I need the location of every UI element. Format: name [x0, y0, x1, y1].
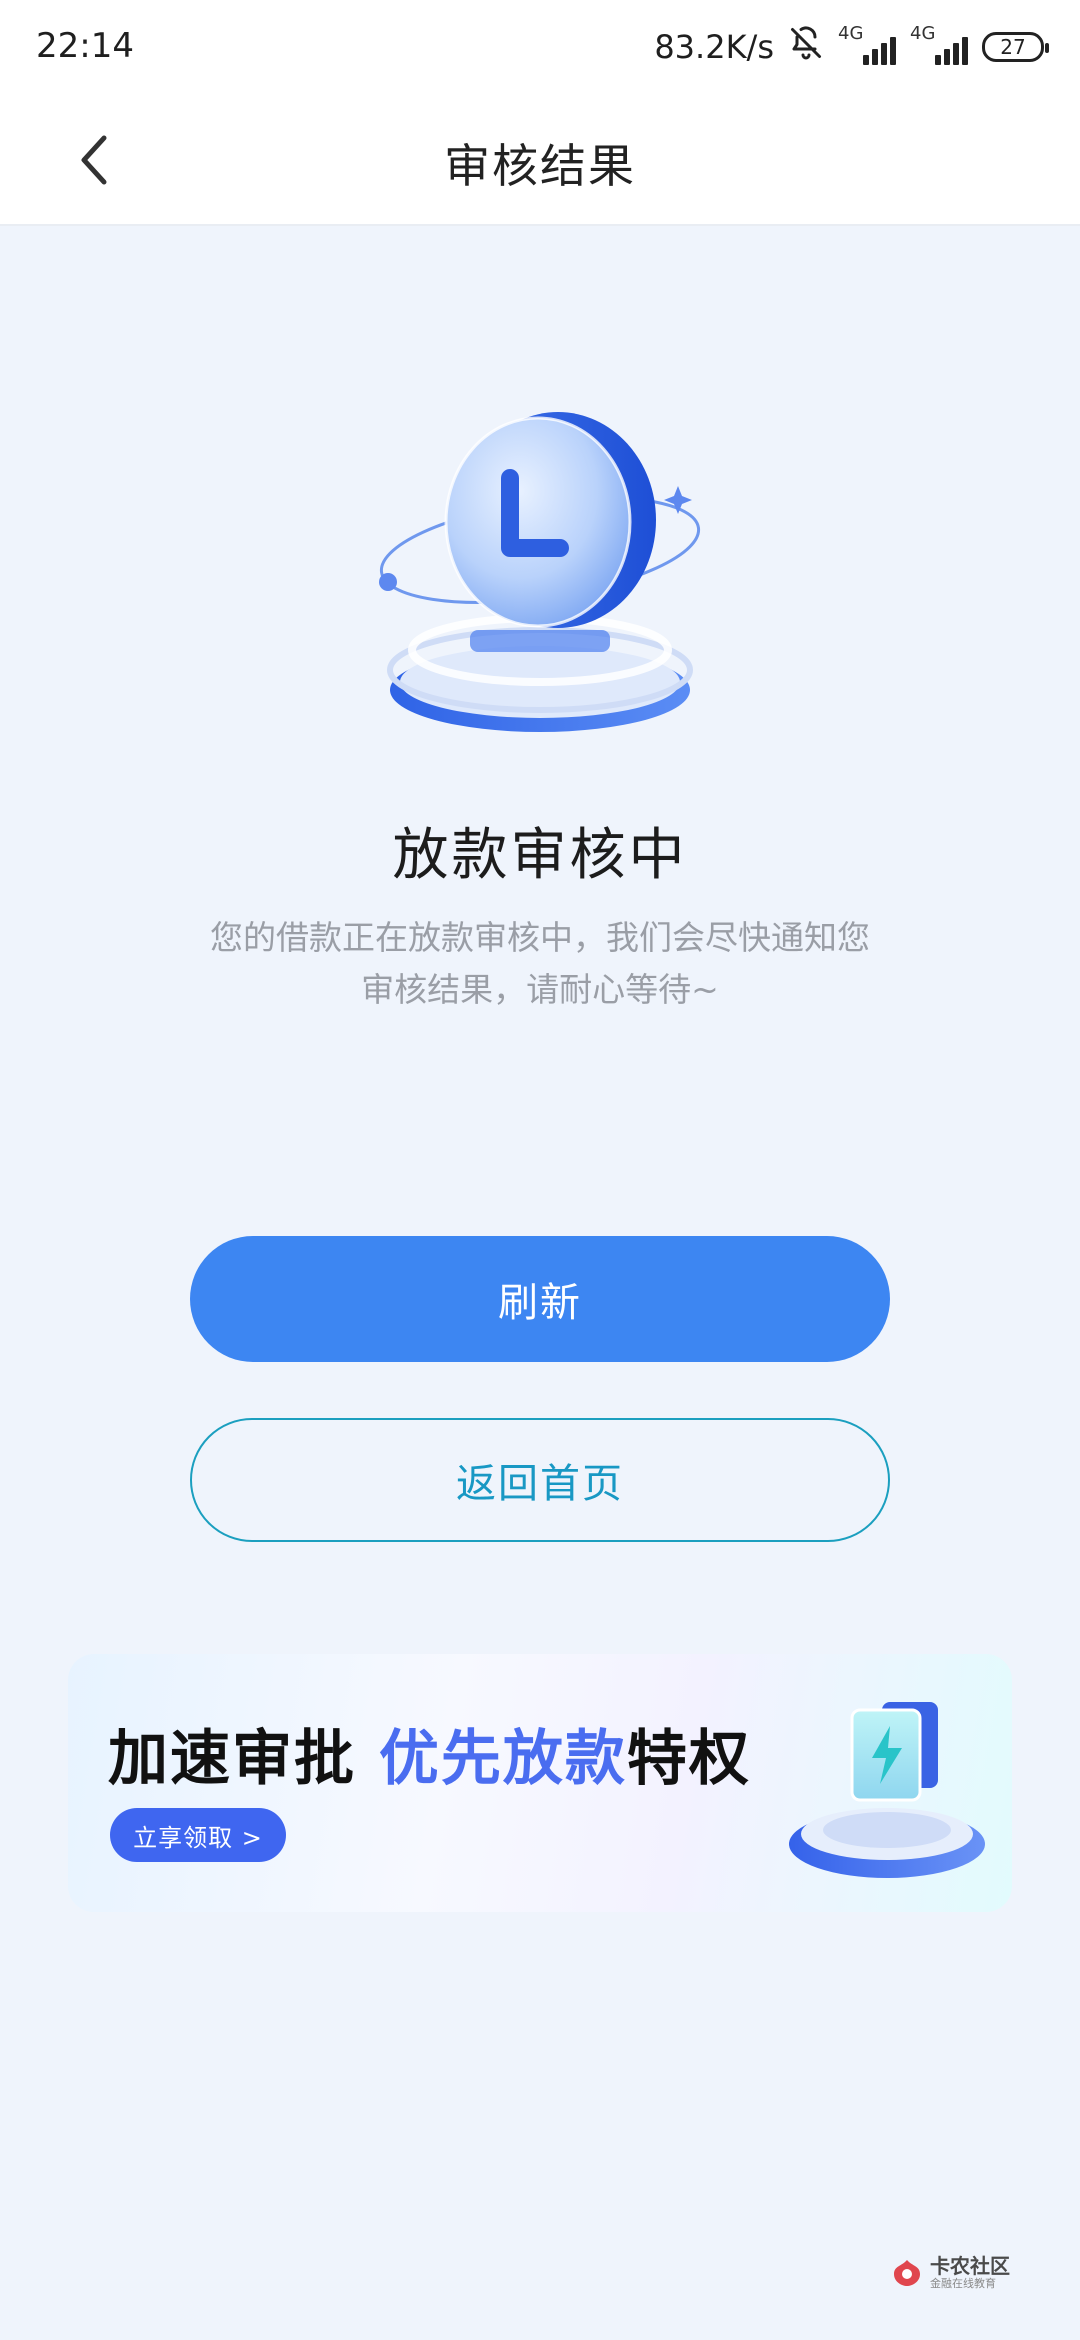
nav-bar: 审核结果	[0, 96, 1080, 226]
status-description-line-2: 审核结果，请耐心等待~	[361, 970, 719, 1009]
promo-banner[interactable]: 加速审批 优先放款特权 立享领取 >	[68, 1654, 1012, 1912]
watermark-subtitle: 金融在线教育	[930, 2277, 996, 2290]
watermark-title: 卡农社区	[930, 2254, 1010, 2278]
signal-icon-1: 4G	[838, 23, 896, 67]
status-time: 22:14	[36, 26, 134, 66]
network-type-1: 4G	[838, 23, 864, 44]
status-bar: 22:14 83.2K/s 4G 4G 27	[0, 0, 1080, 96]
network-type-2: 4G	[910, 23, 936, 44]
status-description-line-1: 您的借款正在放款审核中，我们会尽快通知您	[210, 918, 870, 957]
watermark: 卡农社区 金融在线教育	[890, 2250, 1020, 2296]
refresh-button[interactable]: 刷新	[190, 1236, 890, 1362]
status-title: 放款审核中	[392, 823, 688, 888]
bell-off-icon	[788, 25, 824, 69]
battery-icon: 27	[982, 32, 1049, 62]
page-title: 审核结果	[444, 139, 636, 193]
lightning-card-icon	[782, 1684, 992, 1894]
status-description: 您的借款正在放款审核中，我们会尽快通知您 审核结果，请耐心等待~	[170, 912, 910, 1016]
banner-claim-button[interactable]: 立享领取 >	[110, 1808, 286, 1862]
back-home-button[interactable]: 返回首页	[190, 1418, 890, 1542]
battery-level: 27	[1000, 35, 1026, 59]
clock-coin-icon	[360, 400, 720, 760]
watermark-logo-icon	[894, 2260, 920, 2286]
network-speed: 83.2K/s	[654, 28, 774, 66]
banner-title-part-1: 加速审批	[108, 1724, 379, 1794]
signal-icon-2: 4G	[910, 23, 968, 67]
banner-title: 加速审批 优先放款特权	[108, 1710, 751, 1797]
banner-title-accent: 优先放款	[378, 1724, 627, 1794]
banner-title-part-2: 特权	[626, 1724, 751, 1794]
status-indicators: 83.2K/s 4G 4G 27	[654, 22, 1049, 72]
